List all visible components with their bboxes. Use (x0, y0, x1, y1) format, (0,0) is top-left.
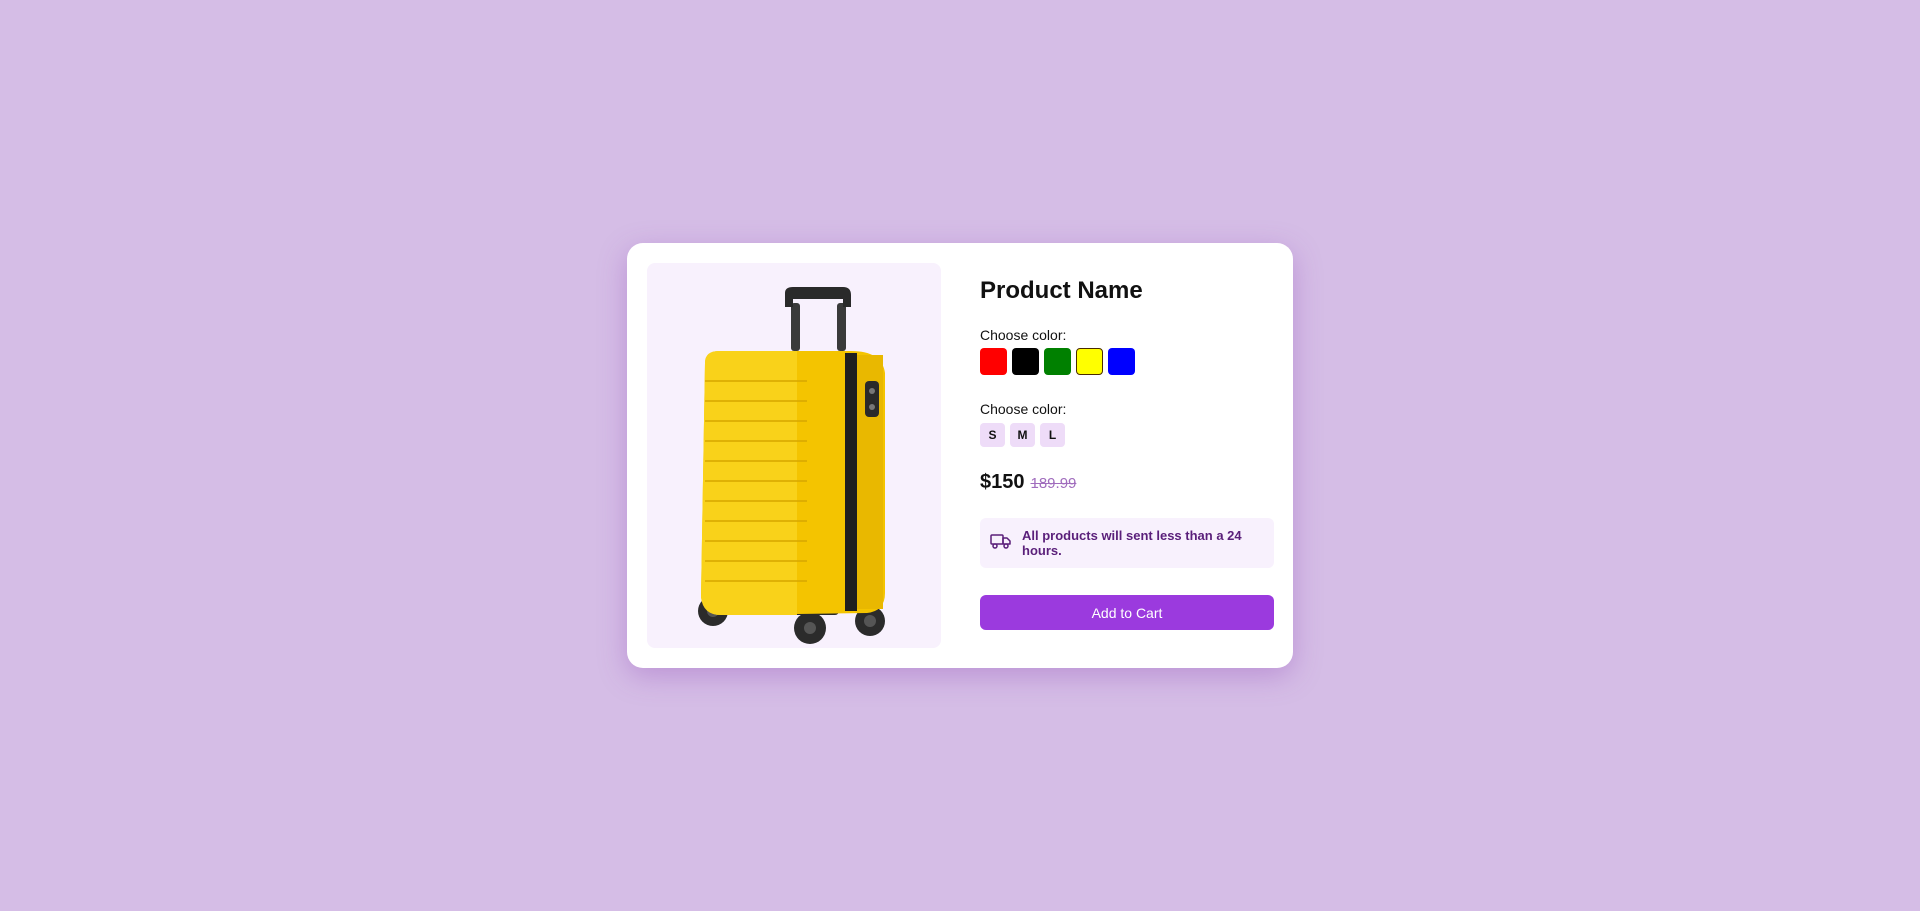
current-price: $150 (980, 471, 1025, 493)
size-label: Choose color: (980, 401, 1067, 417)
add-to-cart-button[interactable]: Add to Cart (980, 595, 1274, 630)
product-image (647, 263, 941, 648)
product-card: Product Name Choose color: Choose color:… (627, 243, 1293, 668)
size-option-m[interactable]: M (1010, 423, 1035, 447)
color-label: Choose color: (980, 327, 1067, 343)
suitcase-image (698, 287, 885, 644)
size-option-s[interactable]: S (980, 423, 1005, 447)
product-title: Product Name (980, 277, 1143, 304)
size-option-l[interactable]: L (1040, 423, 1065, 447)
size-options: S M L (980, 423, 1274, 447)
shipping-notice: All products will sent less than a 24 ho… (980, 518, 1274, 568)
color-swatch-red[interactable] (980, 348, 1007, 375)
color-swatch-yellow[interactable] (1076, 348, 1103, 375)
shipping-notice-text: All products will sent less than a 24 ho… (1022, 528, 1242, 558)
color-swatch-black[interactable] (1012, 348, 1039, 375)
color-swatch-green[interactable] (1044, 348, 1071, 375)
price-block: $150 189.99 (980, 471, 1274, 494)
product-info: Product Name Choose color: Choose color:… (980, 263, 1274, 630)
truck-icon (990, 532, 1012, 555)
color-swatch-blue[interactable] (1108, 348, 1135, 375)
page: Product Name Choose color: Choose color:… (0, 0, 1920, 911)
color-swatches (980, 348, 1274, 375)
old-price: 189.99 (1030, 475, 1077, 492)
